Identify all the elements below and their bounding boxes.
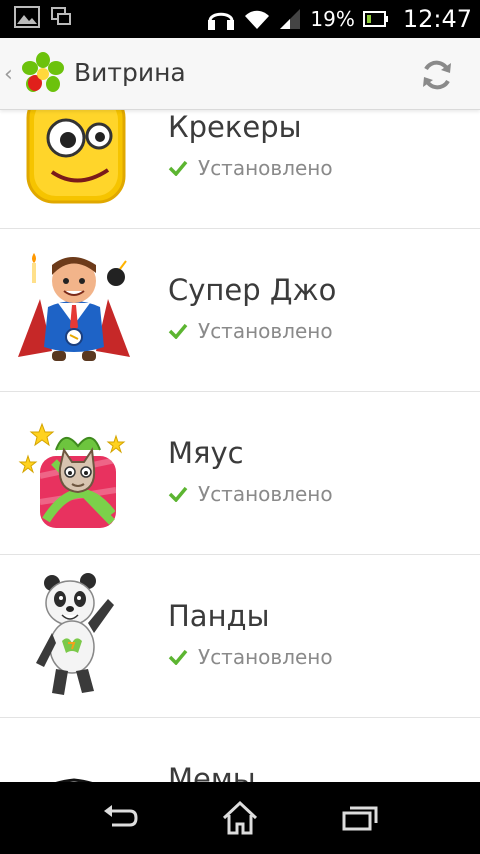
refresh-icon — [423, 60, 451, 90]
myaus-cat-sticker — [18, 422, 126, 528]
battery-percent: 19% — [310, 7, 355, 31]
status-bar: 19% 12:47 — [0, 0, 480, 38]
list-item[interactable]: Мяус Установлено — [0, 392, 480, 555]
navigation-bar — [0, 782, 480, 854]
item-status: Установлено — [168, 319, 333, 343]
item-title: Мяус — [168, 436, 244, 470]
system-icons: 19% 12:47 — [206, 0, 472, 38]
refresh-button[interactable] — [416, 54, 458, 96]
clock: 12:47 — [402, 5, 472, 33]
back-button[interactable] — [90, 796, 150, 840]
headset-icon — [208, 12, 235, 30]
panda-sticker — [36, 573, 114, 695]
signal-icon — [280, 9, 301, 29]
up-caret-icon[interactable]: ‹ — [4, 62, 13, 87]
list-item[interactable]: Панды Установлено — [0, 555, 480, 718]
recent-apps-icon — [342, 806, 378, 831]
item-title: Крекеры — [168, 110, 302, 144]
home-button[interactable] — [210, 796, 270, 840]
item-status: Установлено — [168, 482, 333, 506]
status-label: Установлено — [198, 156, 333, 180]
status-label: Установлено — [198, 645, 333, 669]
home-icon — [222, 800, 258, 835]
recent-apps-button[interactable] — [330, 796, 390, 840]
check-icon — [168, 160, 188, 176]
item-title: Мемы — [168, 762, 256, 782]
action-bar: ‹ Витрина — [0, 38, 480, 110]
status-label: Установлено — [198, 482, 333, 506]
sticker-list[interactable]: Крекеры Установлено Супер Джо Установлен… — [0, 110, 480, 782]
screenshot-notification-icon — [51, 7, 71, 25]
wifi-icon — [245, 10, 270, 29]
notification-icons — [14, 6, 72, 28]
list-item[interactable]: Мемы — [0, 718, 480, 782]
battery-icon — [362, 11, 388, 27]
check-icon — [168, 323, 188, 339]
item-status: Установлено — [168, 156, 333, 180]
super-joe-sticker — [18, 253, 130, 361]
item-status: Установлено — [168, 645, 333, 669]
page-title: Витрина — [74, 58, 186, 87]
check-icon — [168, 486, 188, 502]
icq-flower-logo[interactable] — [20, 51, 66, 97]
list-item[interactable]: Супер Джо Установлено — [0, 229, 480, 392]
image-notification-icon — [14, 6, 40, 28]
status-label: Установлено — [198, 319, 333, 343]
back-icon — [104, 805, 138, 827]
list-item[interactable]: Крекеры Установлено — [0, 110, 480, 229]
memes-troll-face-sticker — [56, 778, 92, 782]
item-title: Супер Джо — [168, 273, 337, 307]
item-title: Панды — [168, 599, 270, 633]
check-icon — [168, 649, 188, 665]
crackers-sticker — [26, 110, 126, 204]
